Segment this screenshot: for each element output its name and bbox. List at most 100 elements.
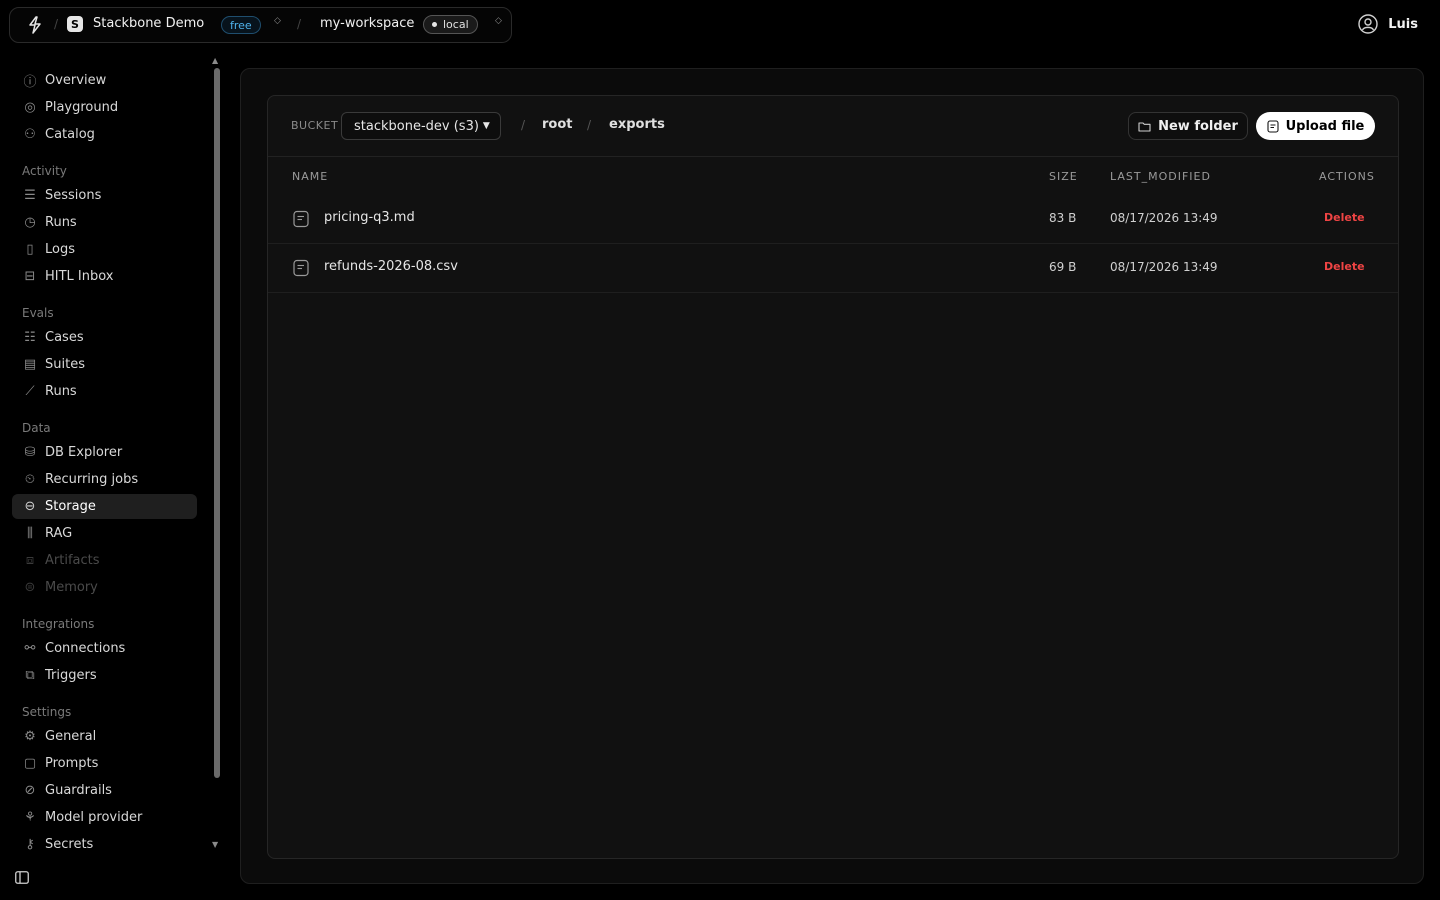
breadcrumb-root[interactable]: root: [542, 117, 573, 132]
gear-icon: ⚙: [24, 729, 36, 744]
sidebar-item-label: Sessions: [45, 188, 102, 203]
plug-icon: ⚯: [24, 641, 36, 656]
sidebar-item-general[interactable]: ⚙ General: [12, 724, 197, 749]
stackbone-logo-icon[interactable]: [27, 16, 43, 34]
storage-browser-panel: BUCKET stackbone-dev (s3) ▼ / root / exp…: [267, 95, 1399, 859]
database-icon: ⛁: [24, 445, 36, 460]
key-icon: ⚷: [25, 837, 35, 852]
file-size: 83 B: [1049, 211, 1077, 225]
sidebar-item-suites[interactable]: ▤ Suites: [12, 352, 197, 377]
sidebar-item-logs[interactable]: ▯ Logs: [12, 237, 197, 262]
sidebar-item-hitl-inbox[interactable]: ⊟ HITL Inbox: [12, 264, 197, 289]
doc-icon: ▯: [26, 242, 34, 257]
sidebar-item-recurring-jobs[interactable]: ⏲ Recurring jobs: [12, 467, 197, 492]
sidebar-item-label: General: [45, 729, 97, 744]
sidebar-item-label: RAG: [45, 526, 73, 541]
sidebar-item-triggers[interactable]: ⧉ Triggers: [12, 663, 197, 688]
sidebar-item-label: Triggers: [45, 668, 97, 683]
sidebar-item-label: Runs: [45, 384, 77, 399]
column-header-size[interactable]: SIZE: [1049, 170, 1078, 183]
user-menu[interactable]: Luis: [1358, 14, 1418, 34]
stack-icon: ▤: [23, 357, 37, 372]
message-icon: ▢: [23, 756, 37, 771]
sidebar-item-label: Overview: [45, 73, 107, 88]
file-row[interactable]: pricing-q3.md 83 B 08/17/2026 13:49 Dele…: [268, 195, 1398, 244]
file-row[interactable]: refunds-2026-08.csv 69 B 08/17/2026 13:4…: [268, 244, 1398, 293]
sidebar-item-playground[interactable]: ◎ Playground: [12, 95, 197, 120]
clock-icon: ◷: [24, 215, 36, 230]
separator: /: [297, 17, 302, 31]
separator: /: [54, 17, 59, 31]
sidebar-item-model-provider[interactable]: ⚘ Model provider: [12, 805, 197, 830]
alarm-icon: ⏲: [24, 472, 36, 487]
storage-toolbar: BUCKET stackbone-dev (s3) ▼ / root / exp…: [268, 96, 1398, 157]
sidebar-item-connections[interactable]: ⚯ Connections: [12, 636, 197, 661]
sidebar-item-secrets[interactable]: ⚷ Secrets: [12, 832, 197, 857]
workspace-switch-chevron-icon[interactable]: ◇: [495, 17, 502, 26]
memory-icon: ⊜: [24, 580, 36, 595]
scroll-up-arrow-icon[interactable]: ▲: [212, 56, 218, 65]
model-icon: ⚘: [24, 810, 36, 825]
sidebar-item-label: Guardrails: [45, 783, 112, 798]
bucket-select[interactable]: stackbone-dev (s3) ▼: [341, 112, 501, 140]
section-title-settings: Settings: [22, 705, 72, 719]
inbox-icon: ⊟: [24, 269, 36, 284]
sidebar-item-label: Runs: [45, 215, 77, 230]
sidebar-scrollbar[interactable]: ▲ ▼: [212, 56, 221, 860]
delete-button[interactable]: Delete: [1324, 211, 1365, 224]
upload-file-button[interactable]: Upload file: [1256, 112, 1375, 140]
section-title-activity: Activity: [22, 164, 67, 178]
sidebar-item-label: Logs: [45, 242, 75, 257]
sidebar-item-storage[interactable]: ⊖ Storage: [12, 494, 197, 519]
org-avatar: S: [67, 16, 83, 32]
upload-file-label: Upload file: [1285, 118, 1365, 134]
sidebar-item-catalog[interactable]: ⚇ Catalog: [12, 122, 197, 147]
sidebar-item-label: Prompts: [45, 756, 99, 771]
users-icon: ⚇: [24, 127, 36, 142]
sidebar-item-guardrails[interactable]: ⊘ Guardrails: [12, 778, 197, 803]
books-icon: ⫼: [27, 526, 33, 541]
file-icon: [293, 210, 309, 228]
sidebar-item-sessions[interactable]: ☰ Sessions: [12, 183, 197, 208]
delete-button[interactable]: Delete: [1324, 260, 1365, 273]
file-name[interactable]: refunds-2026-08.csv: [324, 259, 458, 274]
sidebar-item-cases[interactable]: ☷ Cases: [12, 325, 197, 350]
sidebar-item-overview[interactable]: ⓘ Overview: [12, 68, 197, 93]
new-folder-label: New folder: [1158, 118, 1238, 134]
play-icon: ◎: [24, 100, 36, 115]
section-title-evals: Evals: [22, 306, 54, 320]
sidebar-item-rag[interactable]: ⫼ RAG: [12, 521, 197, 546]
box-icon: ⧈: [25, 553, 35, 568]
workspace-name[interactable]: my-workspace: [320, 16, 414, 31]
sidebar-collapse-icon[interactable]: [15, 871, 29, 884]
chart-icon: ⟋: [25, 384, 35, 399]
sidebar-item-label: Recurring jobs: [45, 472, 139, 487]
bucket-select-value: stackbone-dev (s3): [354, 118, 479, 134]
org-switch-chevron-icon[interactable]: ◇: [274, 17, 281, 26]
file-icon: [293, 259, 309, 277]
sidebar-item-eval-runs[interactable]: ⟋ Runs: [12, 379, 197, 404]
column-header-name[interactable]: NAME: [292, 170, 328, 183]
sidebar-item-runs[interactable]: ◷ Runs: [12, 210, 197, 235]
file-modified: 08/17/2026 13:49: [1110, 260, 1218, 274]
file-name[interactable]: pricing-q3.md: [324, 210, 415, 225]
file-upload-icon: [1267, 119, 1279, 133]
main-content: BUCKET stackbone-dev (s3) ▼ / root / exp…: [240, 68, 1424, 884]
new-folder-button[interactable]: New folder: [1128, 112, 1248, 140]
org-name[interactable]: Stackbone Demo: [93, 16, 204, 31]
scroll-down-arrow-icon[interactable]: ▼: [212, 840, 218, 849]
file-modified: 08/17/2026 13:49: [1110, 211, 1218, 225]
sidebar-item-db-explorer[interactable]: ⛁ DB Explorer: [12, 440, 197, 465]
sidebar-item-label: Cases: [45, 330, 84, 345]
caret-down-icon: ▼: [482, 121, 490, 131]
breadcrumb-exports[interactable]: exports: [609, 117, 665, 132]
checklist-icon: ☷: [24, 330, 36, 345]
column-header-last-modified[interactable]: LAST_MODIFIED: [1110, 170, 1211, 183]
list-icon: ☰: [24, 188, 36, 203]
file-size: 69 B: [1049, 260, 1077, 274]
scrollbar-thumb[interactable]: [214, 68, 220, 778]
drive-icon: ⊖: [24, 499, 36, 514]
breadcrumb-separator: /: [521, 118, 526, 132]
env-badge-label: local: [443, 18, 469, 31]
sidebar-item-prompts[interactable]: ▢ Prompts: [12, 751, 197, 776]
